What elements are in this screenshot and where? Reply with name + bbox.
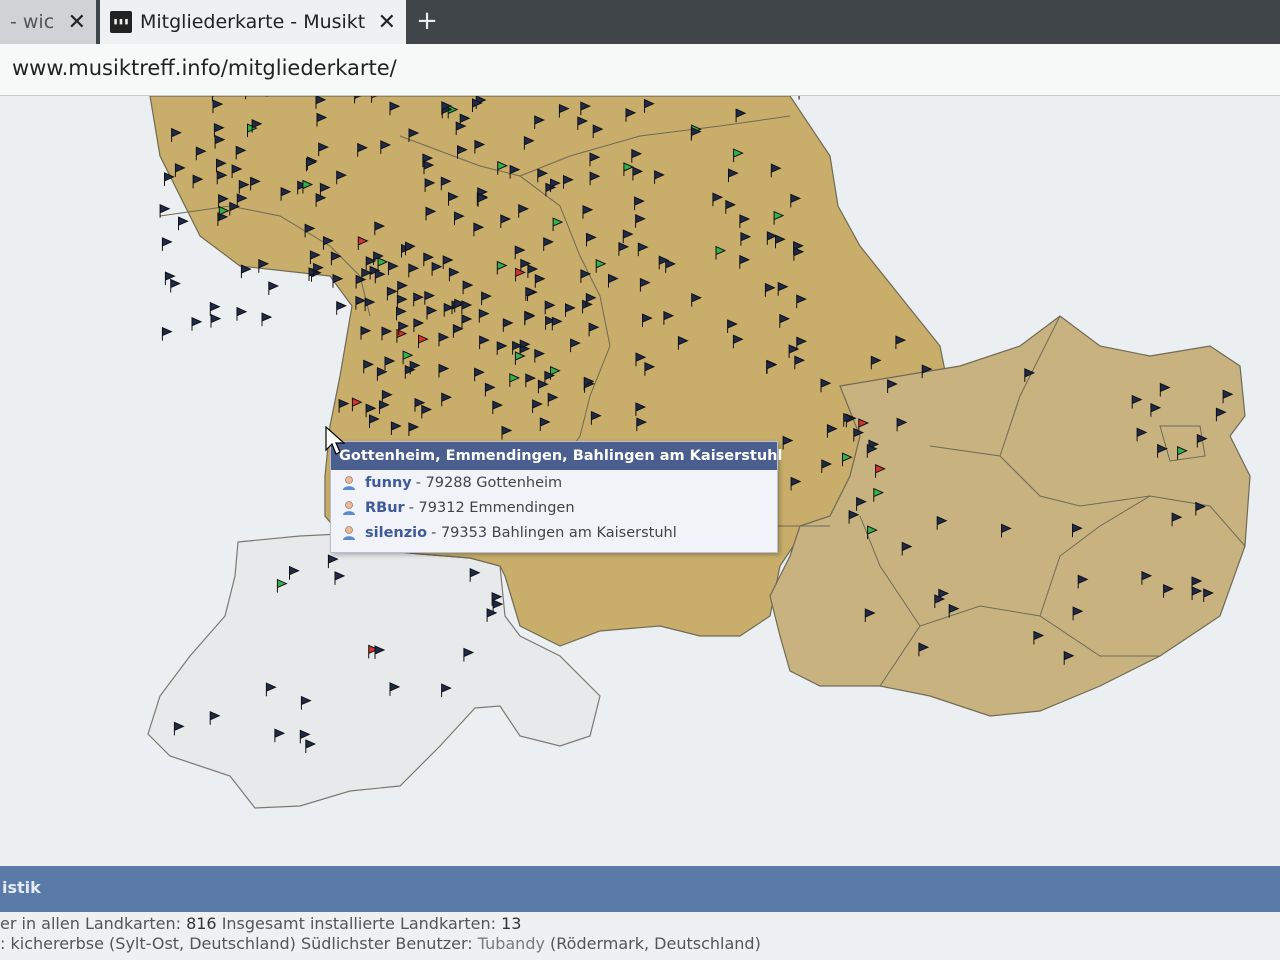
- stats-label: (Rödermark, Deutschland): [544, 934, 761, 953]
- close-icon[interactable]: ✕: [378, 10, 396, 35]
- stats-label: er in allen Landkarten:: [0, 914, 187, 933]
- tab-mitgliederkarte[interactable]: ▮▮▮ Mitgliederkarte - Musiktreff ✕: [100, 0, 406, 44]
- address-bar[interactable]: www.musiktreff.info/mitgliederkarte/: [0, 44, 1280, 96]
- member-name-link[interactable]: RBur: [365, 500, 405, 516]
- tab-bar: - wic ✕ ▮▮▮ Mitgliederkarte - Musiktreff…: [0, 0, 1280, 44]
- user-icon: [343, 525, 355, 540]
- member-name-link[interactable]: funny: [365, 475, 412, 491]
- member-flag-marker[interactable]: [268, 281, 280, 295]
- user-icon: [343, 500, 355, 515]
- stats-label: (Sylt-Ost, Deutschland) Südlichster Benu…: [103, 934, 478, 953]
- member-flag-marker[interactable]: [161, 237, 173, 251]
- popup-member-row[interactable]: silenzio - 79353 Bahlingen am Kaiserstuh…: [331, 520, 777, 545]
- stats-user-count: 816: [186, 914, 217, 933]
- member-flag-marker[interactable]: [161, 326, 173, 341]
- popup-member-row[interactable]: RBur - 79312 Emmendingen: [331, 495, 777, 520]
- member-flag-marker[interactable]: [170, 278, 181, 293]
- popup-member-row[interactable]: funny - 79288 Gottenheim: [331, 470, 777, 495]
- member-flag-marker[interactable]: [336, 301, 347, 315]
- member-flag-marker[interactable]: [236, 306, 248, 321]
- member-flag-marker[interactable]: [191, 317, 203, 331]
- southernmost-user-link[interactable]: Tubandy: [478, 934, 545, 953]
- mouse-cursor-icon: [325, 426, 345, 455]
- statistics-panel: er in allen Landkarten: 816 Insgesamt in…: [0, 912, 1280, 960]
- member-flag-marker[interactable]: [209, 301, 221, 316]
- tab-previous[interactable]: - wic ✕: [0, 0, 96, 44]
- member-flag-marker[interactable]: [210, 313, 222, 328]
- member-flag-marker[interactable]: [798, 96, 808, 100]
- member-name-link[interactable]: silenzio: [365, 525, 427, 541]
- close-icon[interactable]: ✕: [68, 10, 86, 35]
- stats-map-count: 13: [501, 914, 522, 933]
- tab-label: Mitgliederkarte - Musiktreff: [140, 11, 366, 33]
- member-location: - 79288 Gottenheim: [415, 474, 563, 491]
- northernmost-user-link[interactable]: : kichererbse: [0, 934, 104, 953]
- stats-line-totals: er in allen Landkarten: 816 Insgesamt in…: [0, 914, 521, 933]
- tab-label: - wic: [10, 11, 55, 33]
- site-favicon-icon: ▮▮▮: [110, 11, 132, 33]
- location-popup: Gottenheim, Emmendingen, Bahlingen am Ka…: [330, 441, 782, 553]
- stats-line-extremes: : kichererbse (Sylt-Ost, Deutschland) Sü…: [0, 934, 761, 953]
- member-location: - 79312 Emmendingen: [408, 499, 575, 516]
- statistics-header: istik: [0, 866, 1280, 912]
- member-flag-marker[interactable]: [261, 312, 273, 327]
- url-text: www.musiktreff.info/mitgliederkarte/: [12, 56, 397, 80]
- stats-label: Insgesamt installierte Landkarten:: [216, 914, 502, 933]
- statistics-title: istik: [2, 878, 41, 897]
- member-location: - 79353 Bahlingen am Kaiserstuhl: [431, 524, 677, 541]
- map-area[interactable]: Gottenheim, Emmendingen, Bahlingen am Ka…: [0, 96, 1280, 866]
- user-icon: [343, 475, 355, 490]
- member-flag-marker[interactable]: [178, 216, 189, 231]
- new-tab-button[interactable]: +: [412, 6, 442, 36]
- popup-title: Gottenheim, Emmendingen, Bahlingen am Ka…: [331, 442, 782, 470]
